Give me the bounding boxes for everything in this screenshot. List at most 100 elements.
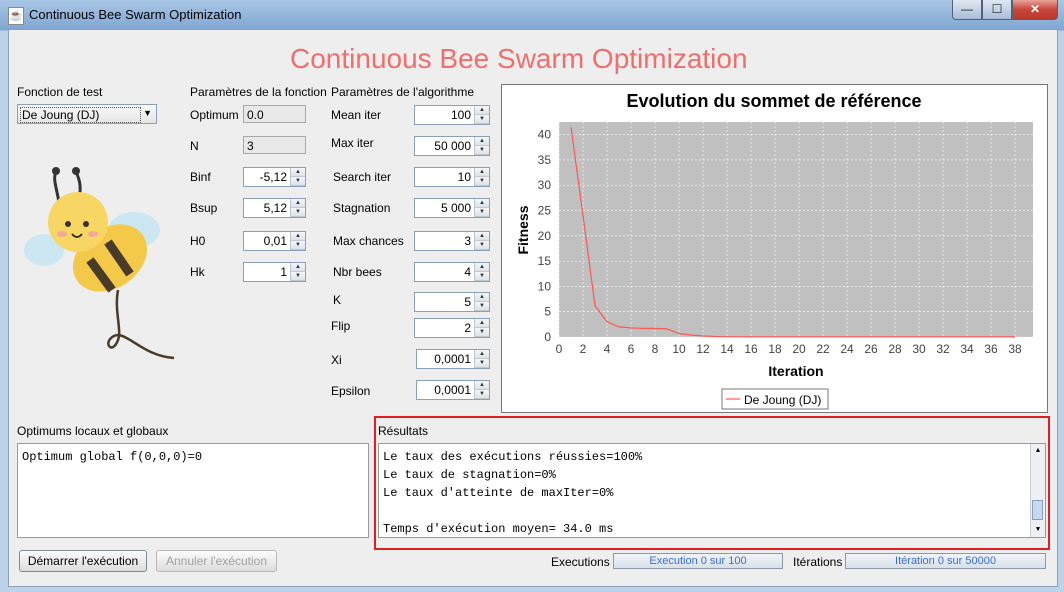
scroll-up-icon[interactable]: ▲: [1031, 444, 1045, 458]
x-tick-label: 2: [580, 342, 587, 356]
spinner-up-icon[interactable]: ▲: [475, 106, 489, 115]
spinner-down-icon[interactable]: ▼: [475, 272, 489, 281]
spinner-down-icon[interactable]: ▼: [291, 177, 305, 186]
search-iter-spinner[interactable]: 10 ▲ ▼: [414, 167, 490, 187]
hk-spinner[interactable]: 1 ▲ ▼: [243, 262, 306, 282]
test-function-select[interactable]: De Joung (DJ) ▼: [17, 104, 157, 124]
scroll-down-icon[interactable]: ▼: [1031, 523, 1045, 537]
results-text: Le taux des exécutions réussies=100% Le …: [383, 448, 643, 537]
h0-value: 0,01: [263, 234, 287, 248]
scroll-thumb[interactable]: [1032, 500, 1043, 520]
spinner-up-icon[interactable]: ▲: [475, 381, 489, 390]
x-tick-label: 18: [768, 342, 782, 356]
y-tick-label: 30: [538, 178, 552, 192]
results-textarea[interactable]: Le taux des exécutions réussies=100% Le …: [378, 443, 1046, 538]
spinner-down-icon[interactable]: ▼: [475, 328, 489, 337]
x-tick-label: 6: [628, 342, 635, 356]
y-tick-label: 40: [538, 128, 552, 142]
x-tick-label: 8: [652, 342, 659, 356]
bsup-spinner[interactable]: 5,12 ▲ ▼: [243, 198, 306, 218]
search-iter-value: 10: [457, 170, 471, 184]
spinner-down-icon[interactable]: ▼: [475, 390, 489, 399]
k-spinner[interactable]: 5 ▲ ▼: [414, 292, 490, 312]
max-chances-spinner[interactable]: 3 ▲ ▼: [414, 231, 490, 251]
results-line: Le taux d'atteinte de maxIter=0%: [383, 486, 614, 500]
cancel-execution-button[interactable]: Annuler l'exécution: [156, 550, 277, 572]
spinner-up-icon[interactable]: ▲: [475, 319, 489, 328]
spinner-down-icon[interactable]: ▼: [475, 146, 489, 155]
maximize-button[interactable]: ☐: [982, 0, 1012, 20]
spinner-up-icon[interactable]: ▲: [475, 137, 489, 146]
optimums-textarea[interactable]: Optimum global f(0,0,0)=0: [17, 443, 369, 538]
max-iter-spinner[interactable]: 50 000 ▲ ▼: [414, 136, 490, 156]
spinner-up-icon[interactable]: ▲: [475, 263, 489, 272]
window-controls: — ☐ ✕: [952, 0, 1058, 20]
chart-legend: De Joung (DJ): [721, 388, 829, 410]
x-tick-label: 24: [840, 342, 854, 356]
bsup-label: Bsup: [190, 201, 218, 215]
hk-label: Hk: [190, 265, 205, 279]
spinner-up-icon[interactable]: ▲: [291, 263, 305, 272]
xi-value: 0,0001: [434, 352, 471, 366]
x-tick-label: 38: [1008, 342, 1022, 356]
y-tick-label: 5: [544, 305, 551, 319]
n-label: N: [190, 139, 199, 153]
results-scrollbar[interactable]: ▲ ▼: [1030, 444, 1045, 537]
bee-mascot-image: [24, 167, 175, 360]
nbr-bees-spinner[interactable]: 4 ▲ ▼: [414, 262, 490, 282]
binf-spinner[interactable]: -5,12 ▲ ▼: [243, 167, 306, 187]
y-tick-label: 0: [544, 330, 551, 344]
flip-spinner[interactable]: 2 ▲ ▼: [414, 318, 490, 338]
max-iter-value: 50 000: [434, 139, 471, 153]
results-line: Le taux des exécutions réussies=100%: [383, 450, 643, 464]
mean-iter-spinner[interactable]: 100 ▲ ▼: [414, 105, 490, 125]
x-tick-label: 30: [912, 342, 926, 356]
y-tick-label: 35: [538, 153, 552, 167]
x-tick-label: 4: [604, 342, 611, 356]
spinner-up-icon[interactable]: ▲: [475, 199, 489, 208]
xi-spinner[interactable]: 0,0001 ▲ ▼: [416, 349, 490, 369]
xi-label: Xi: [331, 353, 342, 367]
iterations-label: Itérations: [793, 555, 843, 569]
epsilon-spinner[interactable]: 0,0001 ▲ ▼: [416, 380, 490, 400]
java-app-icon: ☕: [8, 7, 24, 25]
start-execution-button[interactable]: Démarrer l'exécution: [19, 550, 147, 572]
spinner-up-icon[interactable]: ▲: [475, 232, 489, 241]
spinner-down-icon[interactable]: ▼: [475, 359, 489, 368]
spinner-down-icon[interactable]: ▼: [475, 302, 489, 311]
spinner-up-icon[interactable]: ▲: [291, 232, 305, 241]
flip-value: 2: [464, 321, 471, 335]
n-field: 3: [243, 136, 306, 154]
close-button[interactable]: ✕: [1012, 0, 1058, 20]
results-line: Temps d'exécution moyen= 34.0 ms: [383, 522, 614, 536]
k-label: K: [333, 293, 342, 307]
x-tick-label: 34: [960, 342, 974, 356]
spinner-down-icon[interactable]: ▼: [291, 208, 305, 217]
spinner-down-icon[interactable]: ▼: [291, 241, 305, 250]
spinner-up-icon[interactable]: ▲: [475, 168, 489, 177]
spinner-down-icon[interactable]: ▼: [475, 241, 489, 250]
spinner-up-icon[interactable]: ▲: [291, 168, 305, 177]
stagnation-spinner[interactable]: 5 000 ▲ ▼: [414, 198, 490, 218]
spinner-down-icon[interactable]: ▼: [475, 115, 489, 124]
title-bar[interactable]: ☕ Continuous Bee Swarm Optimization — ☐ …: [0, 0, 1064, 29]
hk-value: 1: [280, 265, 287, 279]
spinner-down-icon[interactable]: ▼: [475, 177, 489, 186]
spinner-up-icon[interactable]: ▲: [291, 199, 305, 208]
h0-spinner[interactable]: 0,01 ▲ ▼: [243, 231, 306, 251]
binf-value: -5,12: [259, 170, 287, 184]
test-function-label: Fonction de test: [17, 85, 103, 99]
spinner-up-icon[interactable]: ▲: [475, 350, 489, 359]
spinner-down-icon[interactable]: ▼: [291, 272, 305, 281]
bsup-value: 5,12: [263, 201, 287, 215]
x-tick-label: 16: [744, 342, 758, 356]
max-iter-label: Max iter: [331, 136, 374, 150]
app-title: Continuous Bee Swarm Optimization: [290, 43, 748, 74]
spinner-up-icon[interactable]: ▲: [475, 293, 489, 302]
x-axis-label: Iteration: [768, 363, 823, 379]
minimize-button[interactable]: —: [952, 0, 982, 20]
spinner-down-icon[interactable]: ▼: [475, 208, 489, 217]
chevron-down-icon: ▼: [143, 108, 152, 118]
optimum-label: Optimum: [190, 108, 239, 122]
executions-progress-bar: Execution 0 sur 100: [613, 553, 783, 569]
